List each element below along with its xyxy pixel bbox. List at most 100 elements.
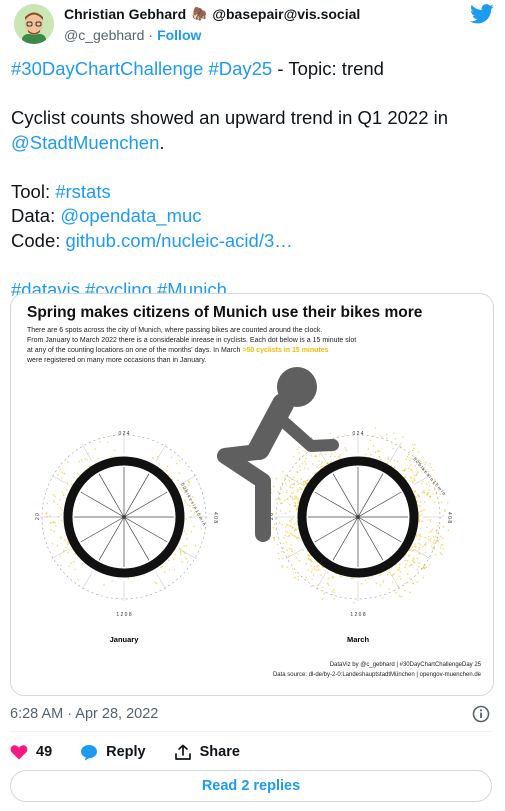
dot-high-count [289, 486, 292, 489]
dot-high-count [296, 448, 299, 451]
dot-high-count [296, 505, 299, 508]
like-count: 49 [36, 744, 53, 760]
dot-high-count [282, 471, 284, 473]
dot-high-count [273, 523, 276, 526]
author-handle[interactable]: @c_gebhard [64, 27, 144, 43]
dot-high-count [291, 568, 294, 570]
info-icon[interactable] [472, 705, 490, 723]
opendata-link[interactable]: @opendata_muc [60, 205, 201, 226]
dot-high-count [430, 545, 433, 548]
dot-high-count [414, 443, 416, 446]
dot-high-count [186, 561, 189, 563]
avatar[interactable] [14, 4, 54, 44]
dot-high-count [419, 515, 421, 517]
dot-high-count [114, 449, 116, 451]
dot-high-count [398, 566, 401, 569]
dot-high-count [398, 564, 401, 566]
dot-high-count [318, 460, 320, 462]
dot-high-count [67, 461, 69, 464]
dot-high-count [52, 493, 55, 496]
wheel-spoke [80, 491, 125, 518]
dot-high-count [425, 461, 427, 464]
reply-button[interactable]: Reply [80, 744, 146, 761]
dot-high-count [286, 489, 288, 492]
dot-high-count [442, 514, 445, 517]
dot-high-count [380, 458, 382, 461]
author-name[interactable]: Christian Gebhard [64, 6, 186, 22]
dot-high-count [78, 460, 81, 463]
dot-high-count [321, 598, 324, 600]
dot-high-count [413, 447, 415, 450]
twitter-bird-icon[interactable] [470, 4, 494, 24]
dot-high-count [393, 432, 395, 434]
card-desc-4: were registered on many more occasions t… [26, 357, 206, 364]
dot-high-count [154, 581, 157, 584]
dot-high-count [421, 510, 423, 512]
dot-high-count [50, 529, 52, 531]
dot-high-count [305, 562, 307, 565]
credit-line-2: Data source: dl-de/by-2-0:Landeshauptsta… [273, 672, 482, 678]
chart-image-card[interactable]: Spring makes citizens of Munich use thei… [10, 293, 494, 696]
dot-high-count [188, 481, 190, 484]
dot-high-count [285, 523, 288, 526]
tweet-header: Christian Gebhard 🦣 @basepair@vis.social… [0, 0, 505, 50]
dot-high-count [284, 512, 287, 515]
dot-high-count [401, 469, 404, 472]
dot-high-count [394, 437, 397, 440]
dot-high-count [63, 539, 66, 541]
dot-high-count [179, 486, 181, 489]
dot-high-count [313, 574, 315, 577]
dot-high-count [65, 546, 67, 549]
march-hours-right: 4 0 8 [446, 512, 452, 523]
card-desc-2: From January to March 2022 there is a co… [27, 337, 356, 344]
wheel-spoke [314, 491, 359, 518]
dot-high-count [294, 495, 296, 498]
wheel-spoke [314, 516, 359, 543]
dot-high-count [293, 504, 296, 507]
tweet-timestamp[interactable]: 6:28 AM · Apr 28, 2022 [10, 706, 158, 722]
rstats-link[interactable]: #rstats [55, 181, 111, 202]
dot-high-count [404, 476, 407, 479]
dot-high-count [364, 453, 366, 456]
dot-high-count [318, 568, 320, 571]
mention-stadtmuenchen[interactable]: @StadtMuenchen [11, 132, 159, 153]
dot-high-count [316, 565, 319, 568]
dot-high-count [183, 530, 185, 532]
dot-high-count [332, 576, 334, 578]
dot-high-count [422, 545, 424, 548]
dot-high-count [434, 553, 437, 556]
github-link[interactable]: github.com/nucleic-acid/3… [66, 230, 293, 251]
dot-high-count [297, 536, 299, 539]
dot-high-count [411, 563, 413, 566]
dot-high-count [185, 533, 188, 535]
like-button[interactable]: 49 [10, 744, 52, 760]
dot-high-count [302, 481, 305, 484]
dot-high-count [404, 468, 407, 470]
dot-high-count [310, 565, 312, 567]
read-replies-button[interactable]: Read 2 replies [10, 770, 492, 802]
dot-high-count [320, 463, 323, 465]
dot-high-count [418, 553, 421, 555]
dot-high-count [297, 489, 299, 491]
dot-high-count [59, 499, 61, 501]
dot-high-count [395, 591, 397, 594]
code-label: Code: [11, 229, 66, 251]
dot-high-count [181, 560, 183, 563]
dot-high-count [386, 437, 388, 439]
dot-high-count [78, 474, 80, 476]
dot-high-count [283, 537, 285, 539]
hashtag-links-challenge[interactable]: #30DayChartChallenge #Day25 [11, 58, 272, 79]
dot-high-count [393, 459, 396, 462]
follow-button[interactable]: Follow [157, 27, 201, 43]
dot-high-count [296, 490, 299, 493]
author-name-row[interactable]: Christian Gebhard 🦣 @basepair@vis.social [64, 6, 360, 22]
dot-high-count [327, 571, 329, 574]
dot-high-count [386, 462, 389, 464]
author-mastodon[interactable]: @basepair@vis.social [212, 6, 360, 22]
dot-high-count [423, 489, 425, 492]
share-button[interactable]: Share [174, 744, 240, 761]
dot-high-count [71, 483, 73, 486]
hour-tick [389, 572, 401, 590]
dot-high-count [187, 480, 190, 482]
dot-high-count [404, 589, 406, 592]
